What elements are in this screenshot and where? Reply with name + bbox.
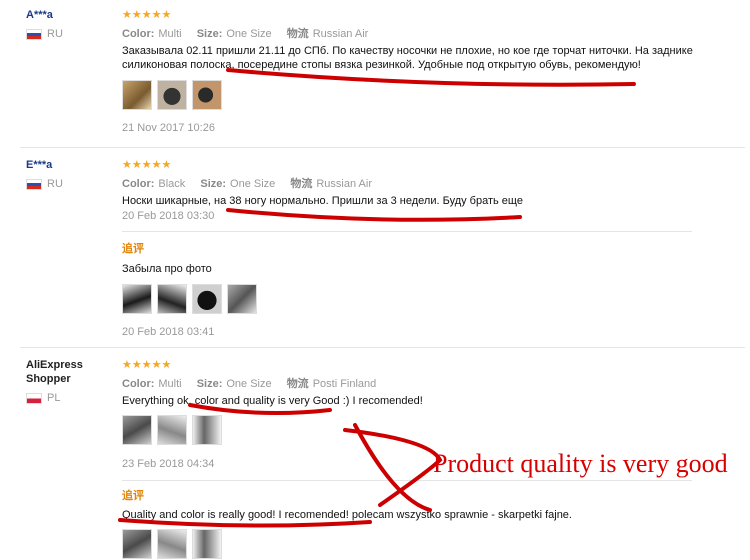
annotation-underline xyxy=(188,403,332,416)
annotation-underline xyxy=(118,518,372,528)
annotation-arrow xyxy=(343,428,443,507)
annotation-text: Product quality is very good xyxy=(433,449,728,478)
annotation-underline xyxy=(226,208,522,222)
annotation-underline xyxy=(226,68,636,87)
